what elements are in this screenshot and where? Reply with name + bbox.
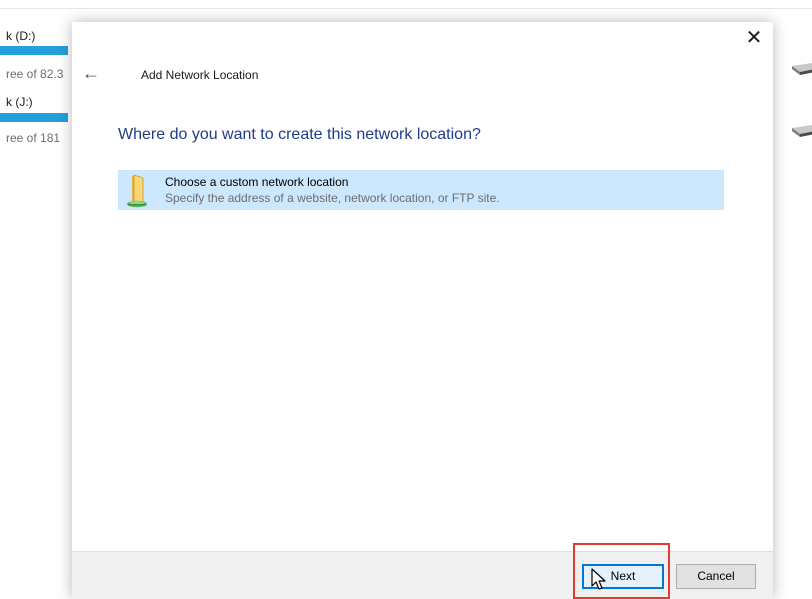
option-description: Specify the address of a website, networ… [165,191,500,205]
cancel-button[interactable]: Cancel [676,564,756,589]
drive-label: k (D:) [6,29,36,43]
close-button[interactable]: ✕ [741,26,767,52]
drive-free-space: ree of 82.3 [6,67,64,81]
page-heading: Where do you want to create this network… [118,126,481,143]
folder-network-icon [127,174,147,208]
hard-drive-icon [792,125,812,137]
drive-free-space: ree of 181 [6,131,61,145]
add-network-location-dialog: ✕ ← Add Network Location Where do you wa… [72,22,773,599]
dialog-title: Add Network Location [141,68,259,82]
back-arrow-icon: ← [82,63,100,83]
dialog-footer: Next Cancel [72,551,773,599]
drive-label: k (J:) [6,95,33,109]
option-title: Choose a custom network location [165,175,349,189]
custom-network-location-option[interactable]: Choose a custom network location Specify… [118,170,724,210]
explorer-top-divider [0,8,812,9]
close-icon: ✕ [745,27,763,49]
next-button[interactable]: Next [582,564,664,589]
drive-usage-bar [0,46,68,55]
back-button[interactable]: ← [80,62,102,84]
drive-usage-bar [0,113,68,122]
hard-drive-icon [792,63,812,75]
